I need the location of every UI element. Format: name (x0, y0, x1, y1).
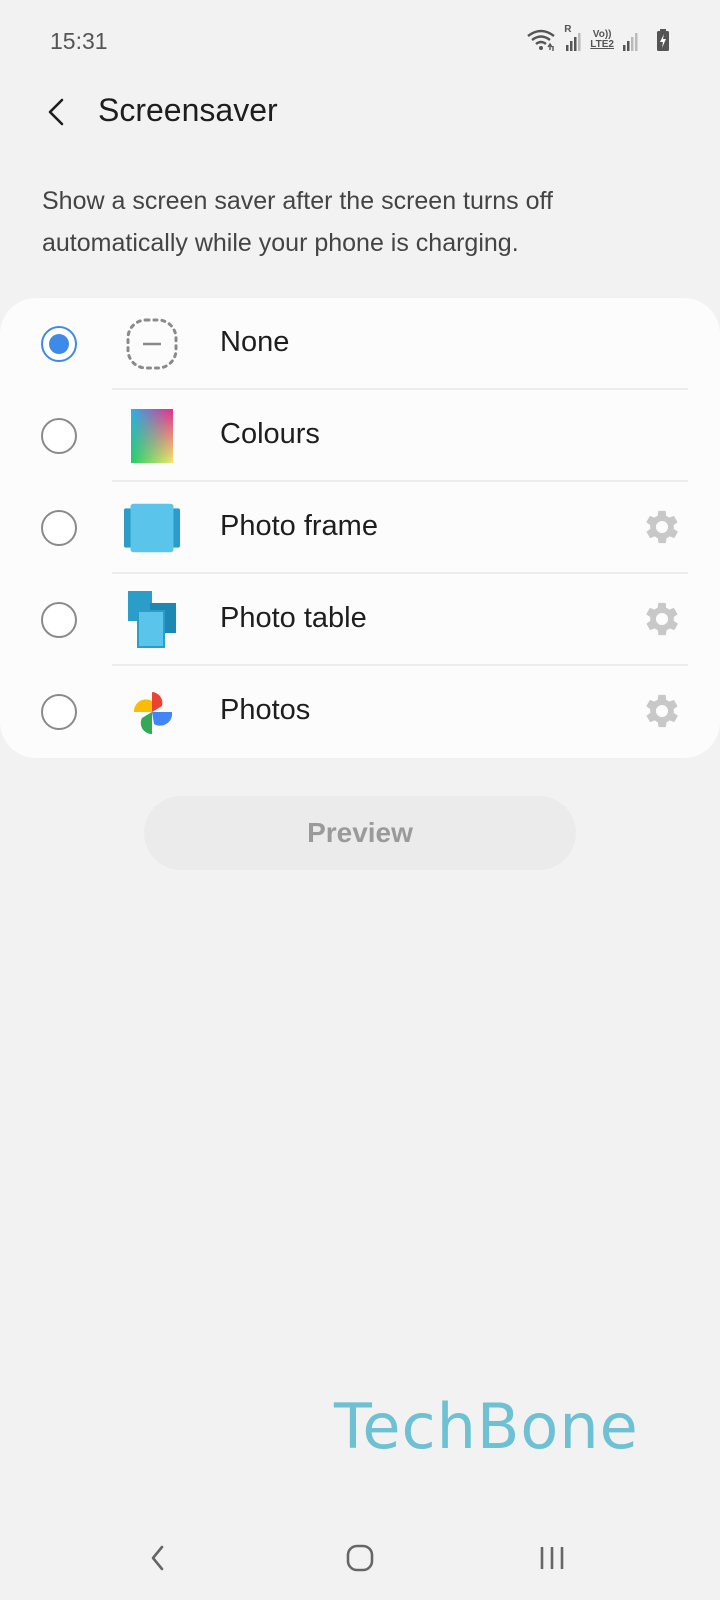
wifi-icon (526, 28, 556, 52)
page-title: Screensaver (98, 92, 278, 128)
none-dashed-icon (124, 316, 180, 372)
photo-table-icon (124, 591, 180, 648)
radio-button[interactable] (41, 602, 77, 638)
option-label: Colours (220, 418, 320, 450)
home-icon (345, 1543, 375, 1578)
volte-lte2-icon: Vo)) LTE2 (590, 29, 614, 50)
colours-gradient-icon (124, 408, 180, 464)
back-icon (148, 1543, 168, 1578)
option-photos[interactable]: Photos (0, 666, 720, 758)
gear-icon (640, 689, 684, 738)
status-bar: 15:31 R Vo)) LTE2 (0, 0, 720, 80)
radio-button-selected[interactable] (41, 326, 77, 362)
photos-settings-button[interactable] (640, 691, 684, 735)
radio-button[interactable] (41, 510, 77, 546)
system-navigation-bar (0, 1530, 720, 1600)
nav-home-button[interactable] (330, 1530, 390, 1590)
photo-frame-icon (124, 500, 180, 556)
photo-frame-settings-button[interactable] (640, 507, 684, 551)
radio-button[interactable] (41, 418, 77, 454)
battery-charging-icon (656, 28, 670, 52)
option-label: None (220, 326, 290, 358)
google-photos-icon (124, 684, 180, 740)
option-colours[interactable]: Colours (0, 390, 720, 482)
preview-button[interactable]: Preview (144, 796, 576, 870)
photo-table-settings-button[interactable] (640, 599, 684, 643)
signal-roaming-icon: R (564, 25, 582, 52)
option-label: Photo frame (220, 510, 378, 542)
nav-recents-button[interactable] (522, 1530, 582, 1590)
watermark-logo: TechBone (334, 1390, 639, 1463)
back-button[interactable] (36, 94, 76, 134)
option-photo-frame[interactable]: Photo frame (0, 482, 720, 574)
app-header: Screensaver (0, 80, 720, 152)
gear-icon (640, 597, 684, 646)
status-icons: R Vo)) LTE2 (526, 25, 670, 54)
nav-back-button[interactable] (128, 1530, 188, 1590)
signal-icon (622, 28, 638, 52)
status-time: 15:31 (50, 28, 108, 54)
option-photo-table[interactable]: Photo table (0, 574, 720, 666)
option-label: Photos (220, 694, 311, 726)
screensaver-options-list: None Colours Photo frame Photo table Pho… (0, 298, 720, 758)
option-label: Photo table (220, 602, 367, 634)
option-none[interactable]: None (0, 298, 720, 390)
screensaver-description: Show a screen saver after the screen tur… (42, 187, 553, 257)
recents-icon (537, 1543, 567, 1578)
gear-icon (640, 505, 684, 554)
radio-button[interactable] (41, 694, 77, 730)
chevron-left-icon (45, 97, 67, 132)
